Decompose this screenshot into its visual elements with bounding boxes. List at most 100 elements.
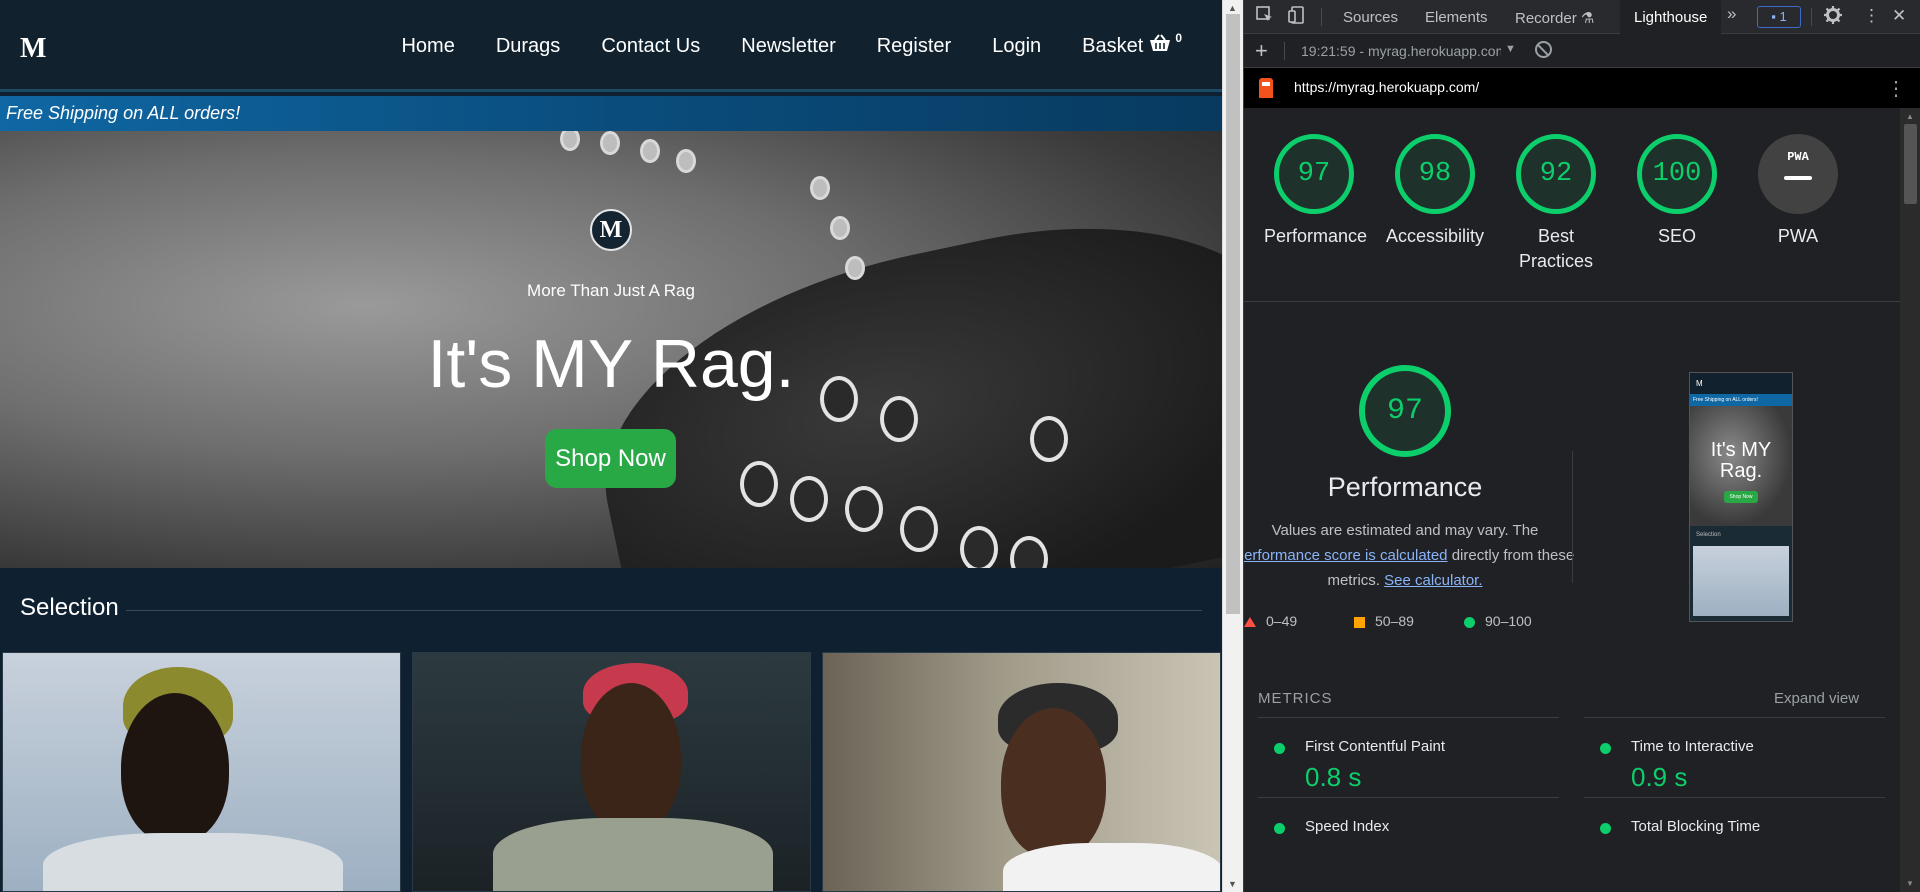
- hero-tagline: More Than Just A Rag: [527, 281, 695, 300]
- hero-bracelet-bead: [830, 216, 850, 240]
- basket-count: 0: [1175, 31, 1182, 45]
- website-scrollbar[interactable]: ▲ ▼: [1222, 0, 1243, 892]
- settings-gear-icon[interactable]: [1824, 6, 1842, 29]
- hero-bracelet-bead: [676, 149, 696, 173]
- scrollbar-thumb[interactable]: [1226, 14, 1240, 614]
- legend-label: 90–100: [1485, 613, 1532, 629]
- product-card[interactable]: [822, 652, 1221, 892]
- thumbnail-selection: Selection: [1696, 532, 1721, 538]
- thumbnail-button: Shop Now: [1724, 491, 1758, 503]
- thumbnail-title: It's MY Rag.: [1710, 439, 1772, 482]
- page-screenshot-thumbnail[interactable]: M Free Shipping on ALL orders! It's MY R…: [1689, 372, 1793, 622]
- report-menu-icon[interactable]: ⋮: [1886, 76, 1906, 101]
- scroll-down-arrow[interactable]: ▼: [1228, 879, 1237, 889]
- section-divider: [1244, 301, 1900, 302]
- pass-circle-icon: [1274, 743, 1285, 754]
- gauge-score: 100: [1637, 134, 1717, 214]
- gauge-best-practices[interactable]: 92 Best Practices: [1506, 134, 1606, 274]
- more-options-icon[interactable]: ⋮: [1863, 6, 1880, 26]
- issues-count: 1: [1779, 9, 1787, 24]
- legend-average: 50–89: [1354, 613, 1414, 631]
- perf-score-link[interactable]: performance score is calculated: [1244, 547, 1448, 564]
- nav-durags[interactable]: Durags: [496, 34, 560, 58]
- issues-badge[interactable]: ▪ 1: [1757, 6, 1801, 28]
- shop-now-button[interactable]: Shop Now: [545, 429, 676, 488]
- model-photo: [121, 693, 229, 843]
- site-logo[interactable]: M: [20, 33, 46, 65]
- tab-recorder[interactable]: Recorder ⚗: [1515, 9, 1594, 27]
- metric-speed-index: Speed Index: [1258, 797, 1559, 892]
- nav-login[interactable]: Login: [992, 34, 1041, 58]
- promo-text: Free Shipping on ALL orders!: [6, 103, 241, 123]
- lighthouse-toolbar: + 19:21:59 - myrag.herokuapp.com ▼: [1244, 34, 1920, 68]
- metric-total-blocking-time: Total Blocking Time: [1584, 797, 1885, 892]
- metric-first-contentful-paint: First Contentful Paint 0.8 s: [1258, 717, 1559, 797]
- toolbar-separator: [1321, 8, 1322, 26]
- pwa-badge-icon: PWA: [1758, 134, 1838, 214]
- expand-view-toggle[interactable]: Expand view: [1774, 690, 1859, 707]
- nav-home[interactable]: Home: [401, 34, 454, 58]
- metric-name: Speed Index: [1305, 818, 1390, 835]
- nav-register[interactable]: Register: [877, 34, 951, 58]
- thumbnail-hero: It's MY Rag. Shop Now: [1690, 406, 1792, 526]
- model-photo: [1003, 843, 1220, 891]
- selection-heading: Selection: [20, 594, 119, 621]
- selection-section: Selection: [0, 568, 1222, 644]
- hero-paisley-dot: [740, 461, 778, 507]
- performance-description: Values are estimated and may vary. The p…: [1244, 518, 1576, 593]
- tab-sources[interactable]: Sources: [1343, 9, 1398, 26]
- hero-title: It's MY Rag.: [427, 326, 795, 402]
- gauge-label: Best Practices: [1518, 226, 1594, 271]
- metric-value: 0.9 s: [1631, 762, 1688, 792]
- metric-name: Time to Interactive: [1631, 738, 1754, 755]
- model-photo: [43, 833, 343, 891]
- report-url[interactable]: https://myrag.herokuapp.com/: [1294, 79, 1479, 95]
- gauge-score: 97: [1274, 134, 1354, 214]
- gauge-accessibility[interactable]: 98 Accessibility: [1385, 134, 1485, 249]
- average-square-icon: [1354, 616, 1365, 628]
- report-scrollbar[interactable]: ▲ ▼: [1900, 108, 1920, 892]
- hero-paisley-dot: [790, 476, 828, 522]
- see-calculator-link[interactable]: See calculator.: [1384, 572, 1482, 589]
- tab-elements[interactable]: Elements: [1425, 9, 1488, 26]
- model-photo: [1001, 708, 1106, 858]
- scroll-up-arrow[interactable]: ▲: [1906, 112, 1914, 121]
- lighthouse-logo-icon: [1259, 78, 1273, 98]
- more-tabs-icon[interactable]: »: [1727, 4, 1736, 24]
- scrollbar-thumb[interactable]: [1904, 124, 1917, 204]
- vertical-divider: [1572, 451, 1573, 583]
- legend-fail: 0–49: [1244, 613, 1297, 631]
- tab-recorder-label: Recorder: [1515, 10, 1577, 27]
- hero-bracelet-bead: [600, 131, 620, 155]
- legend-pass: 90–100: [1464, 613, 1532, 631]
- device-toolbar-icon[interactable]: [1288, 6, 1306, 29]
- product-card[interactable]: [412, 652, 811, 892]
- toolbar-separator: [1284, 42, 1285, 60]
- site-navbar: M Home Durags Contact Us Newsletter Regi…: [0, 0, 1222, 92]
- close-devtools-icon[interactable]: ✕: [1892, 6, 1906, 26]
- gauge-seo[interactable]: 100 SEO: [1627, 134, 1727, 249]
- product-card[interactable]: [2, 652, 401, 892]
- scroll-down-arrow[interactable]: ▼: [1906, 879, 1914, 888]
- clear-reports-icon[interactable]: [1535, 41, 1552, 58]
- nav-basket[interactable]: Basket 0: [1082, 31, 1182, 58]
- site-nav-links: Home Durags Contact Us Newsletter Regist…: [360, 31, 1182, 58]
- nav-contact-us[interactable]: Contact Us: [601, 34, 700, 58]
- pwa-badge-text: PWA: [1787, 150, 1809, 164]
- pass-circle-icon: [1464, 616, 1475, 628]
- scroll-up-arrow[interactable]: ▲: [1228, 3, 1237, 13]
- pass-circle-icon: [1274, 823, 1285, 834]
- report-selector[interactable]: 19:21:59 - myrag.herokuapp.com: [1301, 43, 1501, 59]
- tab-lighthouse[interactable]: Lighthouse: [1620, 0, 1722, 34]
- hero-bracelet-bead: [845, 256, 865, 280]
- inspect-element-icon[interactable]: [1256, 6, 1274, 29]
- gauge-score: 92: [1516, 134, 1596, 214]
- performance-heading: Performance: [1327, 472, 1483, 502]
- hero-paisley-dot: [845, 486, 883, 532]
- nav-newsletter[interactable]: Newsletter: [741, 34, 835, 58]
- new-report-icon[interactable]: +: [1255, 38, 1268, 64]
- report-dropdown-icon[interactable]: ▼: [1505, 43, 1516, 55]
- pass-circle-icon: [1600, 823, 1611, 834]
- gauge-pwa[interactable]: PWA PWA: [1748, 134, 1848, 249]
- gauge-performance[interactable]: 97 Performance: [1264, 134, 1367, 249]
